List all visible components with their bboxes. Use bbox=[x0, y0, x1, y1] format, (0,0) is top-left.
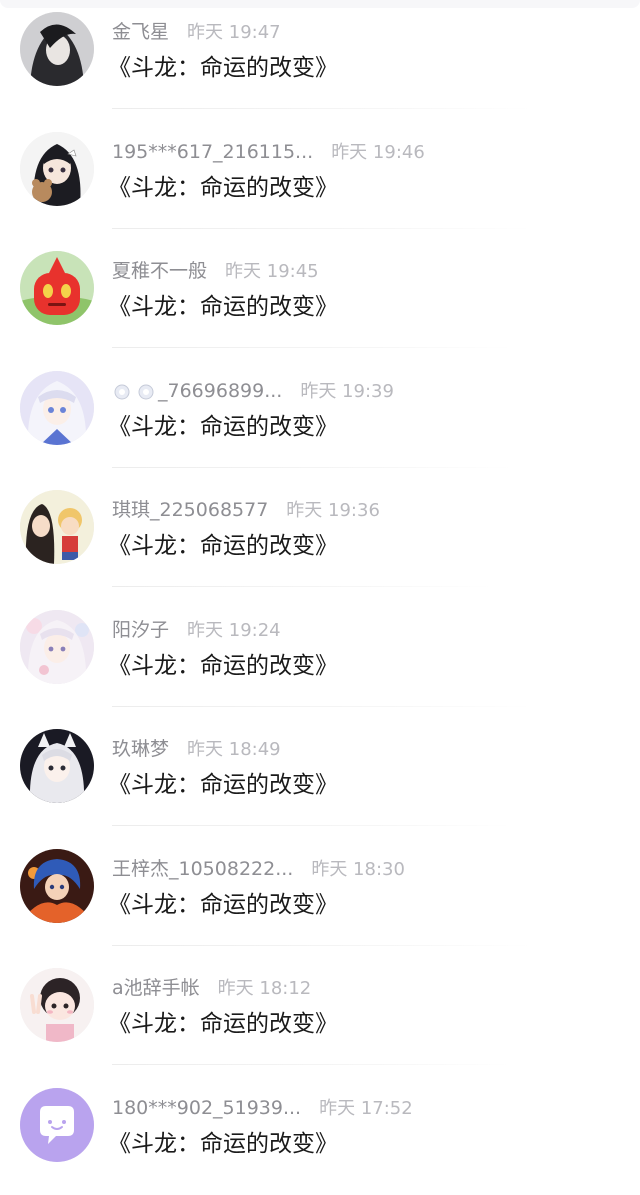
message-time: 昨天 19:45 bbox=[225, 257, 319, 287]
avatar-default-chat-bubble-icon bbox=[20, 1088, 94, 1162]
avatar-anime-girl-with-bear-icon bbox=[20, 132, 94, 206]
list-item[interactable]: 金飞星昨天 19:47 《斗龙：命运的改变》 bbox=[0, 0, 640, 120]
avatar-cat-ear-anime-girl-icon bbox=[20, 729, 94, 803]
avatar[interactable] bbox=[20, 968, 94, 1042]
list-item[interactable]: _76696899... 昨天 19:39 《斗龙：命运的改变》 bbox=[0, 359, 640, 479]
divider bbox=[112, 1064, 512, 1065]
avatar[interactable] bbox=[20, 1088, 94, 1162]
avatar-pastel-anime-girl-icon bbox=[20, 610, 94, 684]
list-item[interactable]: 玖琳梦昨天 18:49 《斗龙：命运的改变》 bbox=[0, 717, 640, 837]
sender-name[interactable]: 180***902_51939... bbox=[112, 1093, 301, 1123]
message-text[interactable]: 《斗龙：命运的改变》 bbox=[108, 410, 338, 444]
message-text[interactable]: 《斗龙：命运的改变》 bbox=[108, 290, 338, 324]
list-item[interactable]: a池辞手帐昨天 18:12 《斗龙：命运的改变》 bbox=[0, 956, 640, 1076]
sender-name[interactable]: 195***617_216115... bbox=[112, 137, 313, 167]
sender-name[interactable]: 王梓杰_10508222... bbox=[112, 854, 293, 884]
sender-name[interactable]: _76696899... bbox=[158, 376, 282, 406]
divider bbox=[112, 945, 532, 946]
message-text[interactable]: 《斗龙：命运的改变》 bbox=[108, 1127, 338, 1161]
list-item[interactable]: 王梓杰_10508222... 昨天 18:30 《斗龙：命运的改变》 bbox=[0, 837, 640, 957]
list-item[interactable]: 195***617_216115... 昨天 19:46 《斗龙：命运的改变》 bbox=[0, 120, 640, 240]
divider bbox=[112, 467, 512, 468]
avatar[interactable] bbox=[20, 490, 94, 564]
message-time: 昨天 19:46 bbox=[331, 138, 425, 168]
message-time: 昨天 19:47 bbox=[187, 18, 281, 48]
message-time: 昨天 18:49 bbox=[187, 735, 281, 765]
list-item[interactable]: 阳汐子昨天 19:24 《斗龙：命运的改变》 bbox=[0, 598, 640, 718]
message-time: 昨天 19:24 bbox=[187, 616, 281, 646]
avatar-dark-haired-figure-icon bbox=[20, 12, 94, 86]
sender-name[interactable]: 金飞星 bbox=[112, 17, 169, 47]
sender-name[interactable]: 夏稚不一般 bbox=[112, 256, 207, 286]
divider bbox=[112, 706, 532, 707]
sender-name[interactable]: 玖琳梦 bbox=[112, 734, 169, 764]
divider bbox=[112, 586, 492, 587]
message-text[interactable]: 《斗龙：命运的改变》 bbox=[108, 51, 338, 85]
divider bbox=[112, 228, 532, 229]
avatar[interactable] bbox=[20, 251, 94, 325]
message-text[interactable]: 《斗龙：命运的改变》 bbox=[108, 529, 338, 563]
avatar-chibi-peace-sign-icon bbox=[20, 968, 94, 1042]
sender-name[interactable]: 琪琪_225068577 bbox=[112, 495, 268, 525]
message-time: 昨天 18:12 bbox=[218, 974, 312, 1004]
divider bbox=[112, 108, 532, 109]
message-text[interactable]: 《斗龙：命运的改变》 bbox=[108, 649, 338, 683]
avatar[interactable] bbox=[20, 849, 94, 923]
message-text[interactable]: 《斗龙：命运的改变》 bbox=[108, 768, 338, 802]
message-time: 昨天 18:30 bbox=[311, 855, 405, 885]
avatar[interactable] bbox=[20, 371, 94, 445]
emoji-icon bbox=[112, 381, 158, 401]
sender-name[interactable]: a池辞手帐 bbox=[112, 973, 200, 1003]
sender-name[interactable]: 阳汐子 bbox=[112, 615, 169, 645]
list-item[interactable]: 180***902_51939... 昨天 17:52 《斗龙：命运的改变》 bbox=[0, 1076, 640, 1195]
list-item[interactable]: 琪琪_225068577 昨天 19:36 《斗龙：命运的改变》 bbox=[0, 478, 640, 598]
avatar-white-haired-anime-girl-icon bbox=[20, 371, 94, 445]
avatar-cartoon-kids-icon bbox=[20, 490, 94, 564]
divider bbox=[112, 347, 512, 348]
avatar[interactable] bbox=[20, 12, 94, 86]
message-time: 昨天 17:52 bbox=[319, 1094, 413, 1124]
message-time: 昨天 19:39 bbox=[300, 377, 394, 407]
divider bbox=[112, 825, 512, 826]
avatar-red-robot-icon bbox=[20, 251, 94, 325]
message-text[interactable]: 《斗龙：命运的改变》 bbox=[108, 1007, 338, 1041]
avatar[interactable] bbox=[20, 610, 94, 684]
avatar[interactable] bbox=[20, 132, 94, 206]
avatar-anime-boy-fire-icon bbox=[20, 849, 94, 923]
avatar[interactable] bbox=[20, 729, 94, 803]
list-item[interactable]: 夏稚不一般昨天 19:45 《斗龙：命运的改变》 bbox=[0, 239, 640, 359]
message-text[interactable]: 《斗龙：命运的改变》 bbox=[108, 888, 338, 922]
message-time: 昨天 19:36 bbox=[286, 496, 380, 526]
message-text[interactable]: 《斗龙：命运的改变》 bbox=[108, 171, 338, 205]
